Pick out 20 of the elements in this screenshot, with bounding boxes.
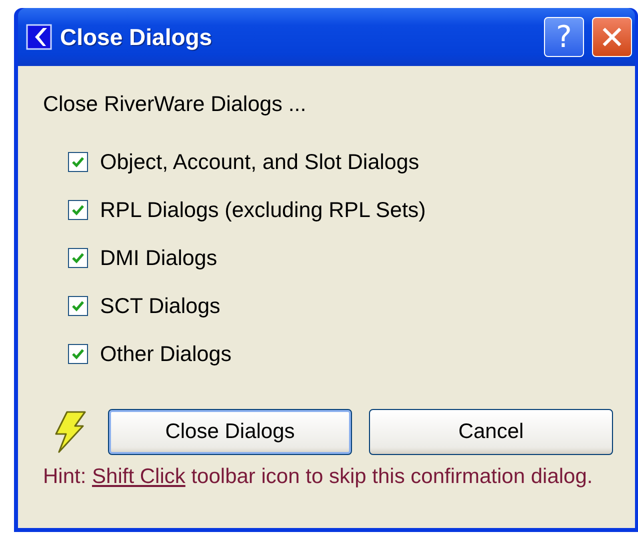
hint-text: Hint: Shift Click toolbar icon to skip this confirmation dialog.	[43, 465, 594, 489]
shift-click-link[interactable]: Shift Click	[92, 465, 186, 488]
checkbox[interactable]	[68, 200, 88, 220]
checkbox[interactable]	[68, 248, 88, 268]
help-button[interactable]: ?	[544, 17, 584, 57]
close-dialogs-button[interactable]: Close Dialogs	[108, 409, 352, 455]
checkbox-label[interactable]: Other Dialogs	[100, 342, 232, 366]
checkbox-label[interactable]: SCT Dialogs	[100, 294, 220, 318]
checkbox-label[interactable]: DMI Dialogs	[100, 246, 218, 270]
app-logo-icon	[26, 24, 52, 50]
cancel-button[interactable]: Cancel	[369, 409, 613, 455]
checkbox[interactable]	[68, 296, 88, 316]
checkbox-label[interactable]: Object, Account, and Slot Dialogs	[100, 150, 420, 174]
checkbox[interactable]	[68, 344, 88, 364]
checkbox-label[interactable]: RPL Dialogs (excluding RPL Sets)	[100, 198, 426, 222]
prompt-text: Close RiverWare Dialogs ...	[43, 92, 308, 117]
close-icon	[602, 27, 622, 47]
close-button[interactable]	[592, 17, 632, 57]
window-title: Close Dialogs	[60, 24, 212, 50]
checkbox[interactable]	[68, 152, 88, 172]
